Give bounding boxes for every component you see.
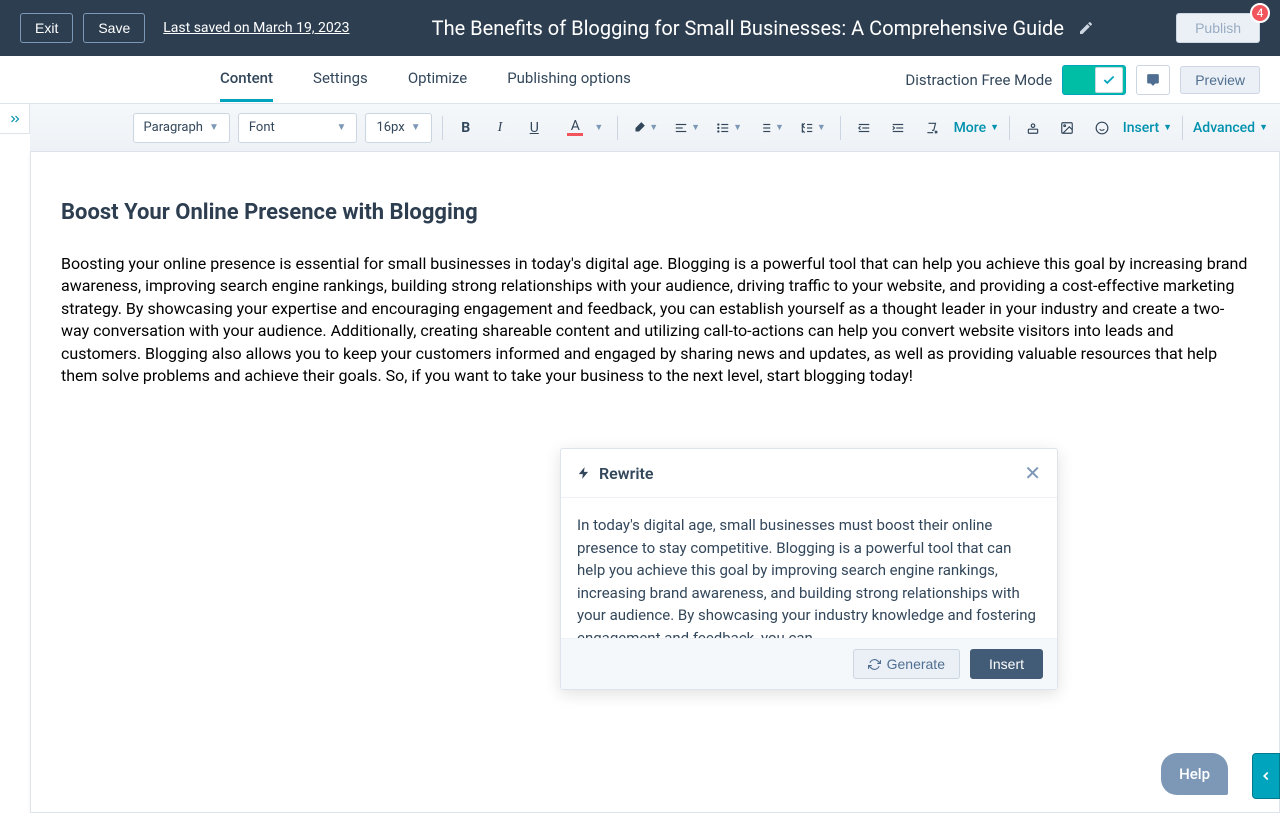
underline-button[interactable]: U: [521, 114, 547, 142]
font-size-select[interactable]: 16px▼: [365, 113, 431, 143]
refresh-icon: [868, 658, 881, 671]
image-button[interactable]: [1054, 114, 1080, 142]
page-title: The Benefits of Blogging for Small Busin…: [432, 16, 1064, 40]
clear-format-button[interactable]: [919, 114, 945, 142]
lightning-icon: [577, 466, 591, 480]
indent-icon: [891, 121, 905, 135]
collapse-panel-button[interactable]: [1252, 753, 1280, 799]
distraction-free-toggle[interactable]: [1062, 65, 1126, 95]
close-button[interactable]: ✕: [1024, 463, 1041, 483]
line-height-button[interactable]: ▼: [796, 114, 830, 142]
rewrite-title: Rewrite: [599, 464, 653, 483]
more-button[interactable]: More▼: [954, 120, 999, 136]
outdent-button[interactable]: [851, 114, 877, 142]
generate-button[interactable]: Generate: [853, 649, 960, 679]
article-body[interactable]: Boosting your online presence is essenti…: [61, 253, 1249, 387]
preview-button[interactable]: Preview: [1180, 66, 1260, 94]
numbered-list-icon: [758, 121, 772, 135]
chat-icon: [1146, 73, 1160, 87]
save-button[interactable]: Save: [83, 13, 145, 43]
bullet-list-icon: [716, 121, 730, 135]
advanced-dropdown[interactable]: Advanced▼: [1193, 120, 1268, 136]
last-saved-link[interactable]: Last saved on March 19, 2023: [163, 20, 349, 36]
rewrite-popup: Rewrite ✕ In today's digital age, small …: [560, 448, 1058, 690]
image-icon: [1060, 121, 1074, 135]
top-header: Exit Save Last saved on March 19, 2023 T…: [0, 0, 1280, 56]
paragraph-select[interactable]: Paragraph▼: [133, 113, 230, 143]
rewrite-body: In today's digital age, small businesses…: [561, 498, 1057, 638]
insert-dropdown[interactable]: Insert▼: [1123, 120, 1172, 136]
article-heading[interactable]: Boost Your Online Presence with Blogging: [61, 200, 1249, 225]
outdent-icon: [857, 121, 871, 135]
personalize-icon: [1026, 121, 1040, 135]
bold-button[interactable]: B: [453, 114, 479, 142]
tab-publishing-options[interactable]: Publishing options: [507, 57, 631, 102]
expand-sidebar-button[interactable]: [0, 104, 30, 134]
editor-toolbar: Paragraph▼ Font▼ 16px▼ B I U A ▼ ▼ ▼ ▼ ▼…: [30, 104, 1280, 152]
edit-title-icon[interactable]: [1078, 20, 1094, 36]
check-icon: [1102, 73, 1116, 87]
italic-button[interactable]: I: [487, 114, 513, 142]
font-select[interactable]: Font▼: [238, 113, 358, 143]
tab-content[interactable]: Content: [220, 57, 273, 102]
insert-button[interactable]: Insert: [970, 649, 1043, 679]
text-color-button[interactable]: A ▼: [555, 114, 607, 142]
indent-button[interactable]: [885, 114, 911, 142]
highlight-button[interactable]: ▼: [628, 114, 662, 142]
publish-badge: 4: [1250, 3, 1270, 23]
secondary-nav: Content Settings Optimize Publishing opt…: [0, 56, 1280, 104]
align-button[interactable]: ▼: [670, 114, 704, 142]
emoji-icon: [1095, 121, 1109, 135]
line-height-icon: [800, 121, 814, 135]
clear-format-icon: [925, 121, 939, 135]
tab-optimize[interactable]: Optimize: [408, 57, 467, 102]
help-button[interactable]: Help: [1161, 753, 1228, 795]
distraction-free-label: Distraction Free Mode: [905, 71, 1052, 89]
align-icon: [674, 121, 688, 135]
chevron-left-icon: [1259, 769, 1273, 783]
emoji-button[interactable]: [1088, 114, 1114, 142]
comments-button[interactable]: [1136, 65, 1170, 95]
highlight-icon: [632, 121, 646, 135]
personalize-button[interactable]: [1020, 114, 1046, 142]
publish-button[interactable]: Publish: [1176, 13, 1260, 43]
exit-button[interactable]: Exit: [20, 13, 73, 43]
numbered-list-button[interactable]: ▼: [754, 114, 788, 142]
bullet-list-button[interactable]: ▼: [712, 114, 746, 142]
chevron-right-double-icon: [8, 112, 22, 126]
tab-settings[interactable]: Settings: [313, 57, 368, 102]
